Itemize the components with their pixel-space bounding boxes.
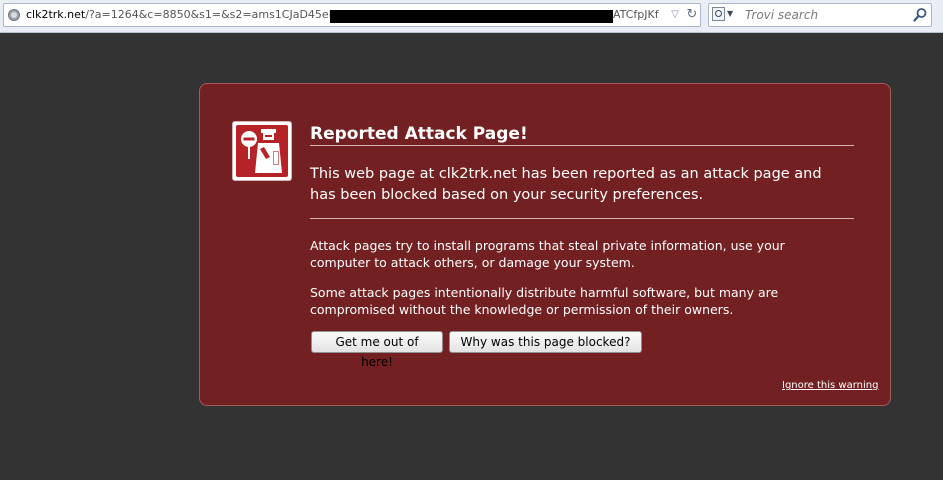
warning-long-description-2: Some attack pages intentionally distribu… [310,285,779,317]
browser-toolbar: clk2trk.net/?a=1264&c=8850&s1=&s2=ams1CJ… [0,0,943,33]
search-bar[interactable]: ▼ Trovi search [708,3,932,27]
url-text[interactable]: clk2trk.net/?a=1264&c=8850&s1=&s2=ams1CJ… [26,8,342,22]
search-input[interactable]: Trovi search [745,8,818,23]
warning-long-description-1: Attack pages try to install programs tha… [310,238,785,270]
url-bar[interactable]: clk2trk.net/?a=1264&c=8850&s1=&s2=ams1CJ… [3,3,701,27]
url-path: /?a=1264&c=8850&s1=&s2=ams1CJaD45eFq [85,8,343,21]
url-domain: clk2trk.net [26,8,86,21]
warning-short-description: This web page at clk2trk.net has been re… [310,166,822,203]
get-me-out-button[interactable]: Get me out of here! [311,331,443,369]
reload-icon[interactable]: ↻ [685,7,699,23]
why-blocked-button[interactable]: Why was this page blocked? [449,331,642,353]
police-officer-stop-icon [232,121,292,181]
attack-warning-panel: Reported Attack Page! This web page at c… [199,83,891,406]
chevron-down-icon[interactable]: ▽ [668,8,682,22]
globe-icon[interactable] [8,9,20,21]
magnifier-icon[interactable] [912,7,928,23]
description-divider [310,218,854,219]
search-engine-icon[interactable]: ▼ [712,7,734,23]
title-divider [310,145,854,146]
ignore-warning-link[interactable]: Ignore this warning [782,380,878,392]
url-redaction [330,10,613,23]
warning-title: Reported Attack Page! [310,124,528,144]
url-tail: ATCfpJKf [613,8,659,21]
